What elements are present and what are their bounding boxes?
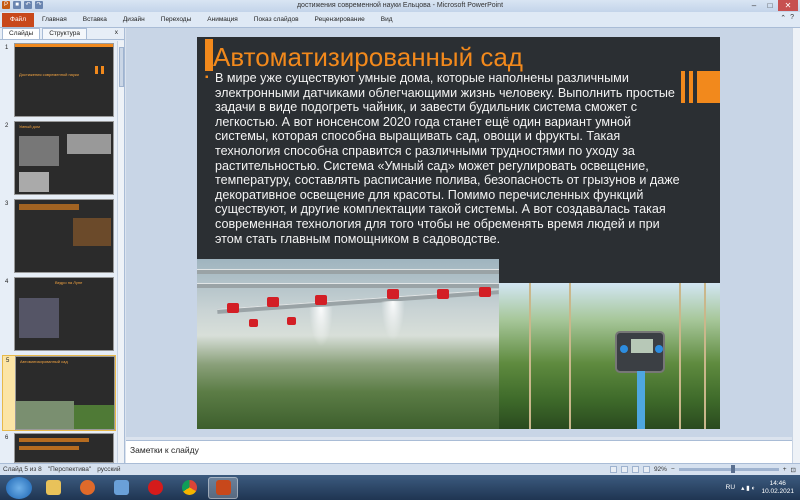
decorative-bars [681, 71, 720, 103]
chrome-icon[interactable] [174, 477, 204, 499]
slides-panel: Слайды Структура x 1 Достижения современ… [0, 28, 125, 463]
file-tab[interactable]: Файл [2, 12, 34, 27]
slide-number: 4 [5, 279, 9, 285]
title-accent-bar [205, 39, 213, 71]
zoom-level[interactable]: 92% [654, 466, 667, 473]
slide-thumb-5[interactable]: 5 Автоматизированный сад [2, 355, 116, 431]
powerpoint-taskbar-icon[interactable] [208, 476, 238, 499]
ribbon-collapse-icon[interactable]: ⌃ [780, 14, 786, 22]
slide-number: 3 [5, 201, 9, 207]
water-timer [615, 331, 665, 373]
slide-paragraph: В мире уже существуют умные дома, которы… [215, 71, 680, 246]
tab-design[interactable]: Дизайн [115, 16, 153, 23]
slide-thumb-3[interactable]: 3 [2, 199, 116, 275]
panel-close-icon[interactable]: x [109, 28, 124, 39]
window-title: достижения современной науки Ельцова - M… [296, 2, 504, 9]
clock-time: 14:46 [769, 479, 786, 487]
slide-thumb-6[interactable]: 6 [2, 433, 116, 463]
normal-view-icon[interactable] [609, 466, 617, 473]
tab-slides[interactable]: Слайды [2, 28, 41, 39]
slide-counter: Слайд 5 из 8 [3, 466, 42, 473]
close-button[interactable]: ✕ [778, 0, 798, 11]
slide-number: 1 [5, 45, 9, 51]
tab-animation[interactable]: Анимация [199, 16, 246, 23]
maximize-button[interactable]: □ [762, 0, 778, 11]
reading-view-icon[interactable] [631, 466, 639, 473]
slide-number: 5 [6, 358, 10, 364]
file-manager-icon[interactable] [106, 477, 136, 499]
current-slide[interactable]: Автоматизированный сад ▪ В мире уже суще… [197, 37, 720, 429]
media-player-icon[interactable] [72, 477, 102, 499]
tab-review[interactable]: Рецензирование [307, 16, 373, 23]
help-icon[interactable]: ? [790, 14, 794, 22]
slide-thumb-1[interactable]: 1 Достижения современной науки [2, 43, 116, 119]
clock[interactable]: 14:46 10.02.2021 [761, 480, 794, 496]
notes-placeholder: Заметки к слайду [130, 445, 199, 455]
slide-number: 6 [5, 435, 9, 441]
minimize-button[interactable]: – [746, 0, 762, 11]
explorer-icon[interactable] [38, 477, 68, 499]
panel-scrollbar[interactable] [117, 41, 124, 463]
slide-number: 2 [5, 123, 9, 129]
canvas-scrollbar[interactable] [792, 28, 800, 463]
tab-transitions[interactable]: Переходы [153, 16, 200, 23]
ribbon-tabs: Файл Главная Вставка Дизайн Переходы Ани… [0, 12, 800, 28]
notes-pane[interactable]: Заметки к слайду [126, 440, 792, 463]
title-bar: P ■ ↶ ↷ достижения современной науки Ель… [0, 0, 800, 12]
tab-home[interactable]: Главная [34, 16, 75, 23]
garden-water-timer-image[interactable] [499, 283, 720, 429]
fit-slide-icon[interactable]: ⊡ [791, 466, 796, 474]
tab-view[interactable]: Вид [373, 16, 401, 23]
slide-body-text[interactable]: ▪ В мире уже существуют умные дома, кото… [205, 71, 685, 246]
language-tray[interactable]: RU [726, 484, 735, 491]
opera-icon[interactable] [140, 477, 170, 499]
zoom-out-icon[interactable]: − [671, 466, 675, 473]
tray-icons[interactable]: ▴ ▮ ◐ [741, 484, 755, 492]
taskbar: RU ▴ ▮ ◐ 14:46 10.02.2021 [0, 475, 800, 500]
bullet-icon: ▪ [205, 72, 209, 83]
start-button[interactable] [6, 476, 32, 499]
slide-title[interactable]: Автоматизированный сад [213, 41, 523, 73]
language-indicator[interactable]: русский [97, 466, 120, 473]
slideshow-view-icon[interactable] [642, 466, 650, 473]
tab-outline[interactable]: Структура [42, 28, 88, 39]
tab-slideshow[interactable]: Показ слайдов [246, 16, 307, 23]
status-bar: Слайд 5 из 8 "Перспектива" русский 92% −… [0, 463, 800, 475]
zoom-slider[interactable] [678, 465, 779, 473]
slide-sorter-icon[interactable] [620, 466, 628, 473]
slide-thumb-2[interactable]: 2 Умный дом [2, 121, 116, 197]
clock-date: 10.02.2021 [761, 487, 794, 495]
zoom-in-icon[interactable]: + [783, 466, 787, 473]
slide-thumb-title: Ведро на Луне [55, 280, 83, 285]
slide-thumb-title: Умный дом [19, 124, 40, 129]
theme-name: "Перспектива" [47, 466, 92, 473]
greenhouse-irrigation-image[interactable] [197, 259, 499, 429]
slide-thumb-title: Автоматизированный сад [20, 359, 68, 364]
tab-insert[interactable]: Вставка [75, 16, 115, 23]
slide-thumb-4[interactable]: 4 Ведро на Луне [2, 277, 116, 353]
